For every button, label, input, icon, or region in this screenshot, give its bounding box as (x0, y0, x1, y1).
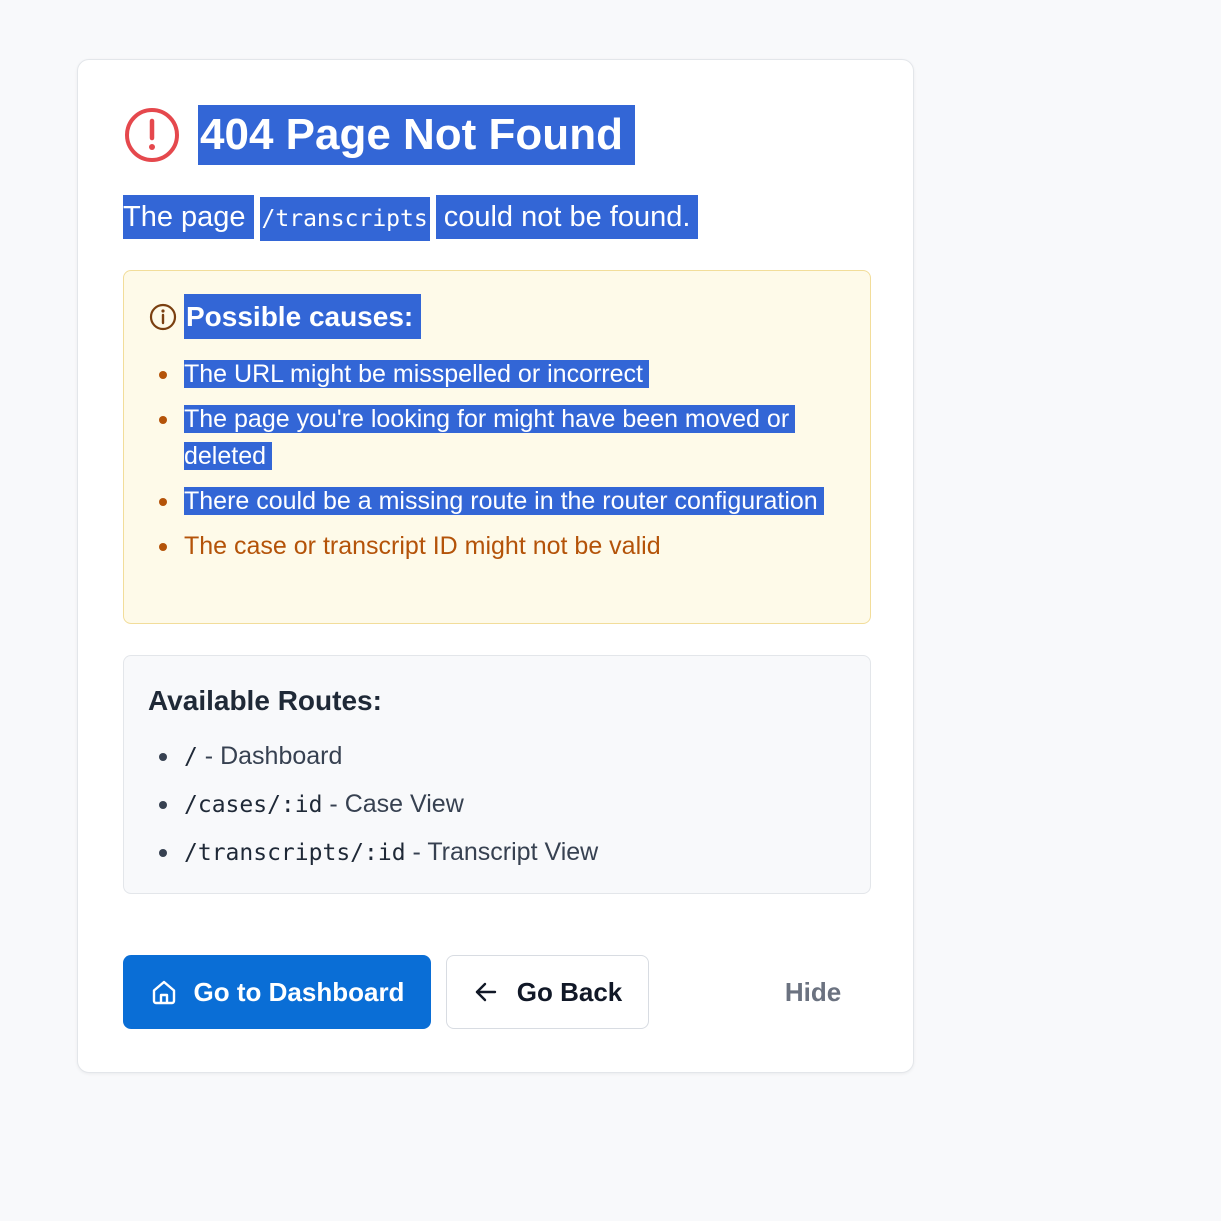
alert-circle-icon (125, 108, 179, 162)
cause-text: There could be a missing route in the ro… (184, 487, 824, 515)
available-routes-panel: Available Routes: / - Dashboard /cases/:… (123, 655, 871, 894)
go-back-button[interactable]: Go Back (446, 955, 649, 1029)
causes-title: Possible causes: (184, 294, 422, 339)
route-path: /cases/:id (184, 792, 323, 818)
cause-item: The URL might be misspelled or incorrect (159, 356, 854, 393)
hide-button[interactable]: Hide (758, 955, 868, 1029)
cause-text: The URL might be misspelled or incorrect (184, 360, 649, 388)
causes-header: Possible causes: (148, 294, 422, 339)
title-row: 404 Page Not Found (124, 105, 635, 165)
home-icon (152, 980, 175, 1005)
route-label: - Transcript View (405, 838, 599, 866)
cause-item: There could be a missing route in the ro… (159, 483, 854, 520)
route-label: - Dashboard (197, 742, 343, 770)
not-found-card: 404 Page Not Found The page/transcripts c… (77, 59, 914, 1073)
route-item: /transcripts/:id - Transcript View (158, 834, 599, 872)
missing-path: /transcripts (259, 197, 430, 241)
route-item: /cases/:id - Case View (158, 786, 598, 824)
route-path: /transcripts/:id (184, 840, 406, 866)
message-suffix: could not be found. (435, 195, 699, 239)
cause-item: The page you're looking for might have b… (159, 401, 854, 475)
go-to-dashboard-label: Go to Dashboard (193, 976, 405, 1007)
go-to-dashboard-button[interactable]: Go to Dashboard (123, 955, 431, 1029)
arrow-left-icon (475, 982, 496, 1002)
go-back-label: Go Back (516, 976, 623, 1007)
cause-text: The page you're looking for might have b… (184, 405, 796, 470)
not-found-message: The page/transcripts could not be found. (123, 195, 699, 241)
route-path: / (184, 744, 198, 770)
message-prefix: The page (123, 195, 254, 239)
possible-causes-panel: Possible causes: The URL might be misspe… (123, 270, 871, 624)
info-icon (149, 303, 177, 330)
route-item: / - Dashboard (158, 738, 598, 776)
routes-list: / - Dashboard /cases/:id - Case View /tr… (158, 738, 599, 882)
causes-list: The URL might be misspelled or incorrect… (159, 356, 854, 573)
cause-text: The case or transcript ID might not be v… (184, 532, 661, 560)
cause-item: The case or transcript ID might not be v… (159, 528, 854, 565)
page-title: 404 Page Not Found (198, 105, 635, 165)
routes-title: Available Routes: (148, 685, 382, 716)
route-label: - Case View (322, 790, 464, 818)
